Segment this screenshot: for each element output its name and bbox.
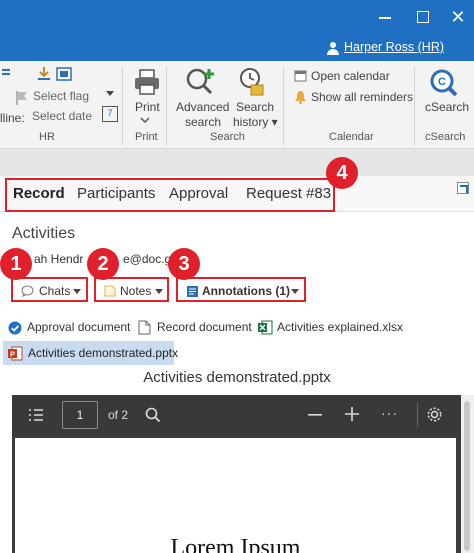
gear-icon[interactable]: [426, 406, 443, 423]
document-viewer: 1 of 2 ··· Lorem Ipsum: [12, 395, 461, 553]
flag-icon[interactable]: [14, 90, 30, 106]
printer-icon[interactable]: [133, 68, 161, 96]
toolbar-separator: [417, 403, 418, 427]
close-button[interactable]: ✕: [448, 7, 468, 27]
ribbon-cut-label: lline:: [0, 111, 25, 125]
badge-4: 4: [326, 157, 358, 189]
page-number-input[interactable]: 1: [62, 401, 98, 429]
ribbon-separator: [166, 67, 167, 145]
media-icon[interactable]: [56, 66, 72, 82]
csearch-icon[interactable]: C: [429, 68, 459, 98]
check-circle-icon: [8, 321, 22, 335]
scrollbar-thumb[interactable]: [464, 401, 470, 551]
ribbon-strip: [0, 149, 474, 176]
document-pptx-selected[interactable]: P Activities demonstrated.pptx: [3, 341, 178, 365]
annotation-box-annotations: [176, 277, 306, 302]
scrollbar[interactable]: [461, 395, 474, 553]
outline-icon[interactable]: [28, 408, 44, 422]
document-icon: [138, 320, 151, 335]
activities-title: Activities: [12, 225, 76, 242]
advanced-search-button-line2[interactable]: search: [185, 115, 221, 129]
group-label-hr: HR: [39, 131, 55, 143]
group-label-csearch: cSearch: [425, 131, 466, 143]
list-icon: [2, 69, 10, 75]
zoom-in-icon[interactable]: [345, 407, 359, 421]
ribbon-separator: [414, 67, 415, 145]
powerpoint-icon: P: [8, 346, 23, 361]
chevron-down-icon[interactable]: [140, 116, 150, 124]
minimize-button[interactable]: [375, 7, 395, 27]
user-bar: Harper Ross (HR): [0, 34, 474, 61]
ribbon-separator: [122, 67, 123, 145]
badge-1: 1: [0, 248, 32, 280]
viewer-title: Activities demonstrated.pptx: [143, 369, 331, 386]
advanced-search-icon[interactable]: [184, 66, 218, 98]
print-button[interactable]: Print: [135, 100, 160, 114]
user-icon: [327, 42, 339, 55]
search-icon[interactable]: [145, 407, 161, 423]
excel-icon: [258, 320, 273, 335]
popout-icon[interactable]: [457, 182, 469, 194]
document-label: Activities explained.xlsx: [277, 320, 404, 334]
bell-icon[interactable]: [294, 90, 307, 104]
calendar-date-icon[interactable]: 7: [102, 106, 118, 122]
maximize-button[interactable]: [412, 7, 432, 27]
user-name-link[interactable]: Harper Ross (HR): [344, 40, 444, 54]
document-label: Approval document: [27, 320, 131, 334]
search-history-button[interactable]: Search: [236, 100, 274, 114]
dropdown-arrow-icon[interactable]: [103, 86, 117, 100]
advanced-search-button[interactable]: Advanced: [176, 100, 229, 114]
email-fragment-start: ah Hendr: [34, 252, 84, 266]
ribbon: lline: Select flag Select date 7 HR Prin…: [0, 61, 474, 149]
show-all-reminders-button[interactable]: Show all reminders: [311, 90, 413, 104]
open-calendar-button[interactable]: Open calendar: [311, 69, 390, 83]
viewer-toolbar: 1 of 2 ···: [12, 395, 461, 435]
badge-2: 2: [87, 248, 119, 280]
document-page: Lorem Ipsum: [15, 438, 456, 553]
download-icon[interactable]: [36, 66, 52, 82]
group-label-calendar: Calendar: [329, 131, 374, 143]
document-label: Record document: [157, 320, 252, 334]
document-label: Activities demonstrated.pptx: [28, 346, 179, 360]
select-date-button[interactable]: Select date: [32, 109, 92, 123]
group-label-print: Print: [135, 131, 158, 143]
search-history-icon[interactable]: [238, 67, 266, 97]
group-label-search: Search: [210, 131, 245, 143]
ribbon-separator: [283, 67, 284, 145]
calendar-icon[interactable]: [294, 69, 307, 82]
search-history-button-line2[interactable]: history ▾: [233, 115, 278, 129]
csearch-button[interactable]: cSearch: [425, 100, 469, 114]
annotation-box-notes: [94, 277, 169, 302]
page-count: of 2: [108, 408, 129, 422]
more-options-icon[interactable]: ···: [381, 405, 398, 421]
svg-text:P: P: [10, 352, 15, 359]
annotation-box-chats: [11, 277, 88, 302]
badge-3: 3: [168, 248, 200, 280]
title-bar: ✕: [0, 0, 474, 34]
select-flag-button[interactable]: Select flag: [33, 89, 89, 103]
zoom-out-icon[interactable]: [308, 414, 322, 417]
annotation-box-tabs: [5, 178, 335, 212]
email-fragment-end: e@doc.g: [123, 252, 172, 266]
page-heading: Lorem Ipsum: [170, 535, 301, 553]
svg-text:C: C: [438, 76, 446, 88]
